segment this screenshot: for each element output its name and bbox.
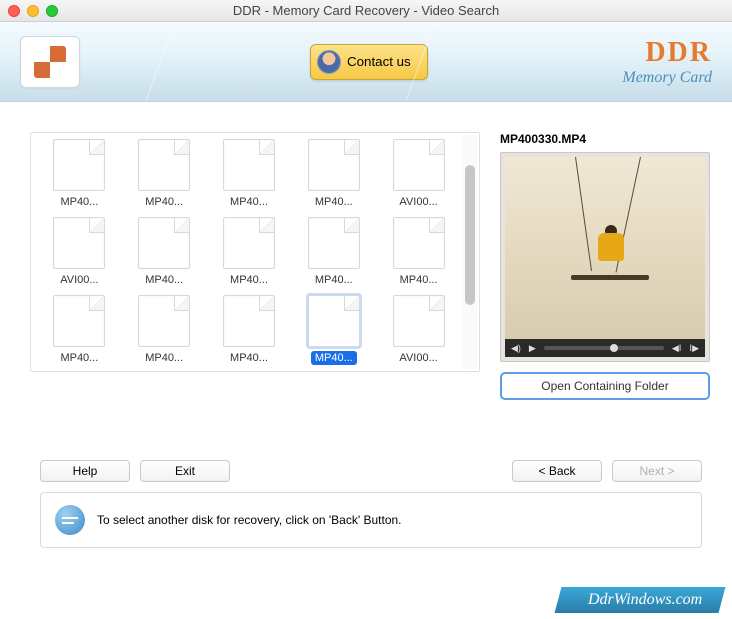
info-icon bbox=[55, 505, 85, 535]
preview-image bbox=[505, 157, 705, 339]
file-icon bbox=[138, 139, 190, 191]
file-item[interactable]: MP40... bbox=[293, 137, 374, 211]
file-icon bbox=[393, 139, 445, 191]
file-icon bbox=[53, 217, 105, 269]
video-controls: ◀) ▶ ◀Ⅰ Ⅰ▶ bbox=[505, 339, 705, 357]
file-icon bbox=[223, 217, 275, 269]
file-icon bbox=[223, 139, 275, 191]
header-banner: Contact us DDR Memory Card bbox=[0, 22, 732, 102]
file-label: MP40... bbox=[311, 351, 357, 365]
file-icon bbox=[308, 217, 360, 269]
seek-track[interactable] bbox=[544, 346, 664, 350]
file-label: MP40... bbox=[311, 195, 357, 209]
file-icon bbox=[53, 139, 105, 191]
file-item[interactable]: MP40... bbox=[209, 137, 290, 211]
brand-block: DDR Memory Card bbox=[622, 37, 712, 87]
file-label: MP40... bbox=[226, 351, 272, 365]
logo-icon bbox=[34, 46, 66, 78]
scrollbar[interactable] bbox=[463, 135, 477, 369]
file-item[interactable]: AVI00... bbox=[378, 293, 459, 367]
file-grid-container: MP40... MP40... MP40... MP40... AVI00... AVI0… bbox=[30, 132, 480, 372]
brand-title: DDR bbox=[622, 37, 712, 69]
preview-filename: MP400330.MP4 bbox=[500, 132, 710, 146]
contact-us-label: Contact us bbox=[347, 54, 411, 69]
window-title: DDR - Memory Card Recovery - Video Searc… bbox=[0, 3, 732, 18]
watermark: DdrWindows.com bbox=[554, 587, 725, 613]
seek-thumb[interactable] bbox=[608, 342, 619, 353]
info-box: To select another disk for recovery, cli… bbox=[40, 492, 702, 548]
preview-column: MP400330.MP4 ◀) ▶ ◀Ⅰ Ⅰ▶ Open Containing … bbox=[500, 132, 710, 400]
file-item[interactable]: AVI00... bbox=[378, 137, 459, 211]
back-button[interactable]: < Back bbox=[512, 460, 602, 482]
help-button[interactable]: Help bbox=[40, 460, 130, 482]
titlebar: DDR - Memory Card Recovery - Video Searc… bbox=[0, 0, 732, 22]
file-icon bbox=[223, 295, 275, 347]
file-item[interactable]: MP40... bbox=[209, 293, 290, 367]
file-item[interactable]: MP40... bbox=[124, 293, 205, 367]
file-label: AVI00... bbox=[395, 351, 441, 365]
file-icon bbox=[393, 295, 445, 347]
exit-button[interactable]: Exit bbox=[140, 460, 230, 482]
file-icon bbox=[138, 217, 190, 269]
preview-box: ◀) ▶ ◀Ⅰ Ⅰ▶ bbox=[500, 152, 710, 362]
file-label: MP40... bbox=[141, 351, 187, 365]
file-icon bbox=[53, 295, 105, 347]
file-item[interactable]: AVI00... bbox=[39, 215, 120, 289]
play-icon[interactable]: ▶ bbox=[529, 343, 536, 354]
file-item[interactable]: MP40... bbox=[124, 137, 205, 211]
open-containing-folder-button[interactable]: Open Containing Folder bbox=[500, 372, 710, 400]
file-label: MP40... bbox=[56, 351, 102, 365]
person-icon bbox=[317, 50, 341, 74]
file-label: AVI00... bbox=[395, 195, 441, 209]
file-label: MP40... bbox=[141, 273, 187, 287]
next-button: Next > bbox=[612, 460, 702, 482]
file-item[interactable]: MP40... bbox=[378, 215, 459, 289]
file-icon bbox=[138, 295, 190, 347]
button-row: Help Exit < Back Next > bbox=[0, 410, 732, 488]
scrollbar-thumb[interactable] bbox=[465, 165, 475, 305]
volume-icon[interactable]: ◀) bbox=[511, 343, 521, 354]
contact-us-button[interactable]: Contact us bbox=[310, 44, 428, 80]
main-content: MP40... MP40... MP40... MP40... AVI00... AVI0… bbox=[0, 102, 732, 410]
file-icon bbox=[308, 295, 360, 347]
file-icon bbox=[308, 139, 360, 191]
file-label: AVI00... bbox=[56, 273, 102, 287]
file-label: MP40... bbox=[226, 195, 272, 209]
info-text: To select another disk for recovery, cli… bbox=[97, 513, 402, 527]
file-item[interactable]: MP40... bbox=[293, 293, 374, 367]
prev-icon[interactable]: ◀Ⅰ bbox=[672, 343, 682, 354]
file-item[interactable]: MP40... bbox=[39, 137, 120, 211]
file-label: MP40... bbox=[396, 273, 442, 287]
file-label: MP40... bbox=[141, 195, 187, 209]
file-item[interactable]: MP40... bbox=[39, 293, 120, 367]
file-label: MP40... bbox=[226, 273, 272, 287]
next-icon[interactable]: Ⅰ▶ bbox=[689, 343, 699, 354]
file-item[interactable]: MP40... bbox=[209, 215, 290, 289]
file-icon bbox=[393, 217, 445, 269]
file-item[interactable]: MP40... bbox=[124, 215, 205, 289]
file-label: MP40... bbox=[311, 273, 357, 287]
app-logo bbox=[20, 36, 80, 88]
brand-subtitle: Memory Card bbox=[622, 69, 712, 87]
file-item[interactable]: MP40... bbox=[293, 215, 374, 289]
file-label: MP40... bbox=[56, 195, 102, 209]
file-grid: MP40... MP40... MP40... MP40... AVI00... AVI0… bbox=[31, 133, 479, 372]
